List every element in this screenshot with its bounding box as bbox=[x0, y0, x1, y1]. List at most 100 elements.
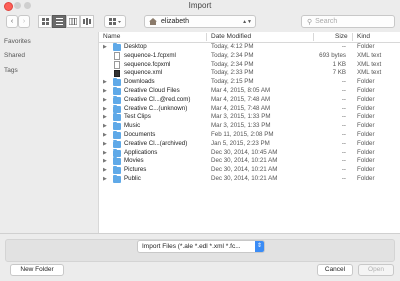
open-button[interactable]: Open bbox=[358, 264, 394, 276]
file-size: -- bbox=[341, 131, 346, 138]
search-field[interactable]: ⚲ Search bbox=[301, 15, 395, 28]
folder-icon bbox=[113, 157, 121, 166]
new-folder-button[interactable]: New Folder bbox=[10, 264, 64, 276]
table-row[interactable]: sequence.xml Today, 2:33 PM 7 KB XML text bbox=[99, 69, 400, 78]
home-folder-icon bbox=[149, 18, 157, 25]
file-size: -- bbox=[341, 175, 346, 182]
file-size: -- bbox=[341, 113, 346, 121]
sidebar-section-favorites[interactable]: Favorites bbox=[4, 38, 31, 45]
file-kind: Folder bbox=[357, 104, 375, 112]
table-row[interactable]: ▶ Desktop Today, 4:12 PM -- Folder bbox=[99, 43, 400, 52]
toolbar: ‹ › elizabeth ▲▼ ⚲ Search bbox=[0, 11, 400, 30]
file-kind: XML text bbox=[357, 69, 382, 77]
file-date: Today, 2:15 PM bbox=[211, 78, 254, 86]
arrange-icon bbox=[109, 18, 121, 25]
folder-icon bbox=[113, 87, 121, 95]
window-title: Import bbox=[188, 1, 212, 10]
table-row[interactable]: ▶ Movies Dec 30, 2014, 10:21 AM -- Folder bbox=[99, 157, 400, 166]
file-size: -- bbox=[341, 157, 346, 165]
disclosure-triangle-icon[interactable]: ▶ bbox=[103, 140, 107, 149]
disclosure-triangle-icon[interactable]: ▶ bbox=[103, 105, 107, 114]
file-name: Desktop bbox=[124, 43, 147, 50]
file-kind: Folder bbox=[357, 78, 375, 86]
document-icon bbox=[114, 61, 120, 69]
column-view-icon bbox=[69, 18, 77, 25]
cancel-button[interactable]: Cancel bbox=[317, 264, 353, 276]
file-date: Jan 5, 2015, 2:23 PM bbox=[211, 139, 270, 147]
cover-flow-icon bbox=[83, 18, 91, 25]
location-label: elizabeth bbox=[161, 18, 190, 25]
arrange-menu-button[interactable] bbox=[104, 15, 126, 28]
list-view-button[interactable] bbox=[52, 15, 66, 28]
chevrons-updown-icon: ⇕ bbox=[255, 241, 264, 252]
disclosure-triangle-icon[interactable]: ▶ bbox=[103, 157, 107, 166]
disclosure-triangle-icon[interactable]: ▶ bbox=[103, 87, 107, 96]
table-row[interactable]: ▶ Documents Feb 11, 2015, 2:08 PM -- Folder bbox=[99, 131, 400, 140]
disclosure-triangle-icon[interactable]: ▶ bbox=[103, 122, 107, 131]
folder-icon bbox=[113, 139, 121, 148]
file-type-label: Import Files (*.ale *.edl *.xml *.fc... bbox=[142, 243, 241, 250]
disclosure-triangle-icon[interactable]: ▶ bbox=[103, 149, 107, 158]
location-popup[interactable]: elizabeth ▲▼ bbox=[144, 15, 256, 28]
table-row[interactable]: ▶ Creative Cloud Files Mar 4, 2015, 8:05 A… bbox=[99, 87, 400, 96]
file-size: -- bbox=[341, 87, 346, 94]
disclosure-triangle-icon[interactable]: ▶ bbox=[103, 43, 107, 52]
file-size: -- bbox=[341, 78, 346, 86]
file-type-popup[interactable]: Import Files (*.ale *.edl *.xml *.fc... … bbox=[137, 240, 265, 253]
table-row[interactable]: ▶ Downloads Today, 2:15 PM -- Folder bbox=[99, 78, 400, 87]
folder-icon bbox=[113, 104, 121, 113]
forward-button[interactable]: › bbox=[18, 15, 30, 28]
file-name: Pictures bbox=[124, 166, 147, 174]
column-name-header[interactable]: Name bbox=[103, 33, 120, 40]
column-view-button[interactable] bbox=[66, 15, 80, 28]
table-row[interactable]: ▶ Creative C...(unknown) Mar 4, 2015, 7:48… bbox=[99, 104, 400, 114]
folder-icon bbox=[113, 148, 121, 157]
column-kind-header[interactable]: Kind bbox=[357, 33, 370, 40]
file-date: Feb 11, 2015, 2:08 PM bbox=[211, 131, 274, 138]
table-row[interactable]: ▶ Creative Cl...@red.com) Mar 4, 2015, 7:4… bbox=[99, 95, 400, 105]
file-kind: Folder bbox=[357, 43, 375, 50]
icon-view-button[interactable] bbox=[38, 15, 52, 28]
file-date: Mar 3, 2015, 1:33 PM bbox=[211, 113, 271, 121]
table-row[interactable]: ▶ Pictures Dec 30, 2014, 10:21 AM -- Folder bbox=[99, 166, 400, 175]
icon-view-icon bbox=[41, 18, 49, 25]
file-list: Name Date Modified Size Kind ▶ Desktop Tod… bbox=[98, 32, 400, 233]
file-name: Creative Cl...@red.com) bbox=[124, 95, 191, 103]
file-date: Dec 30, 2014, 10:21 AM bbox=[211, 157, 278, 165]
disclosure-triangle-icon[interactable]: ▶ bbox=[103, 131, 107, 140]
file-name: Documents bbox=[124, 131, 156, 138]
disclosure-triangle-icon[interactable]: ▶ bbox=[103, 113, 107, 122]
folder-icon bbox=[113, 95, 121, 104]
table-row[interactable]: sequence.fcpxml Today, 2:34 PM 1 KB XML tex… bbox=[99, 61, 400, 70]
search-icon: ⚲ bbox=[307, 18, 313, 26]
folder-icon bbox=[113, 166, 121, 175]
file-date: Dec 30, 2014, 10:45 AM bbox=[211, 148, 278, 156]
file-size: 693 bytes bbox=[319, 51, 346, 59]
chevron-left-icon: ‹ bbox=[10, 18, 14, 25]
column-header: Name Date Modified Size Kind bbox=[99, 32, 400, 43]
table-row[interactable]: sequence-1.fcpxml Today, 2:34 PM 693 bytes… bbox=[99, 52, 400, 61]
file-kind: Folder bbox=[357, 87, 375, 94]
back-button[interactable]: ‹ bbox=[6, 15, 18, 28]
file-size: -- bbox=[341, 166, 346, 174]
table-row[interactable]: ▶ Creative Cl...(archived) Jan 5, 2015, 2:… bbox=[99, 139, 400, 149]
sidebar-section-shared[interactable]: Shared bbox=[4, 52, 25, 59]
disclosure-triangle-icon[interactable]: ▶ bbox=[103, 96, 107, 105]
cover-flow-button[interactable] bbox=[80, 15, 94, 28]
sidebar-section-tags[interactable]: Tags bbox=[4, 67, 18, 74]
file-kind: Folder bbox=[357, 175, 375, 182]
column-size-header[interactable]: Size bbox=[335, 33, 348, 40]
disclosure-triangle-icon[interactable]: ▶ bbox=[103, 78, 107, 87]
disclosure-triangle-icon[interactable]: ▶ bbox=[103, 175, 107, 184]
disclosure-triangle-icon[interactable]: ▶ bbox=[103, 166, 107, 175]
table-row[interactable]: ▶ Test Clips Mar 3, 2015, 1:33 PM -- Folder bbox=[99, 113, 400, 122]
table-row[interactable]: ▶ Public Dec 30, 2014, 10:21 AM -- Folder bbox=[99, 175, 400, 184]
file-name: sequence.xml bbox=[124, 69, 163, 77]
file-kind: Folder bbox=[357, 113, 375, 121]
table-row[interactable]: ▶ Music Mar 3, 2015, 1:33 PM -- Folder bbox=[99, 122, 400, 131]
table-row[interactable]: ▶ Applications Dec 30, 2014, 10:45 AM -- Fol… bbox=[99, 148, 400, 158]
file-date: Dec 30, 2014, 10:21 AM bbox=[211, 166, 278, 174]
column-date-header[interactable]: Date Modified bbox=[211, 33, 251, 40]
file-date: Mar 4, 2015, 8:05 AM bbox=[211, 87, 271, 94]
document-icon bbox=[114, 52, 120, 60]
